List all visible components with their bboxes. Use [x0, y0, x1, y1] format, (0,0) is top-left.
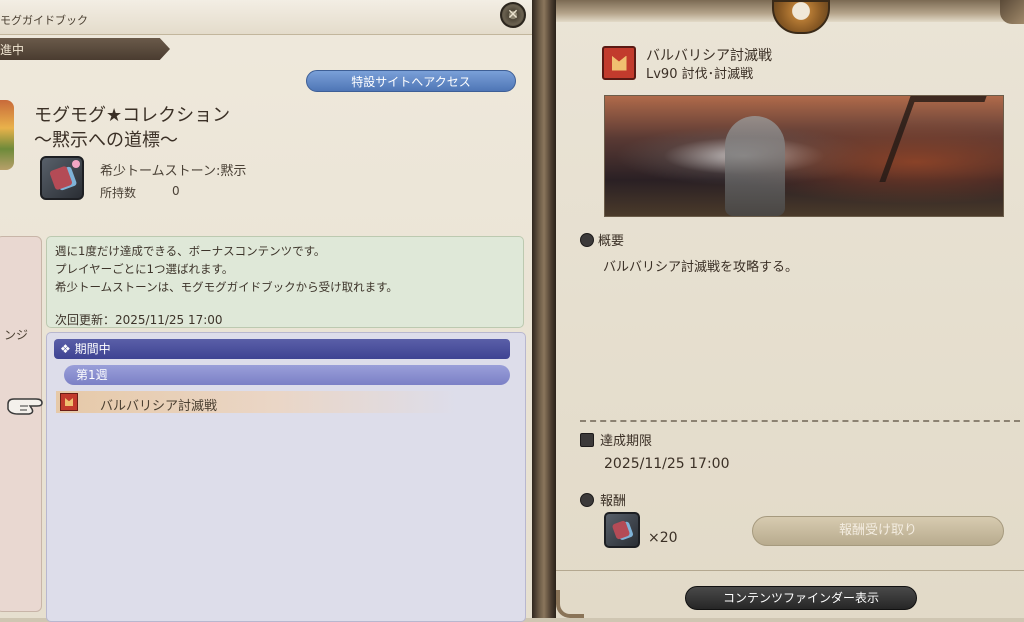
calendar-icon — [580, 433, 594, 447]
section-divider — [580, 420, 1020, 422]
info-box: 週に1度だけ達成できる、ボーナスコンテンツです。 プレイヤーごとに1つ選ばれます… — [46, 236, 524, 328]
duty-banner-image — [604, 95, 1004, 217]
tomestone-name: 希少トームストーン:黙示 — [100, 164, 247, 179]
trial-duty-icon — [602, 46, 636, 80]
status-tab[interactable]: 進中 — [0, 38, 170, 60]
side-category-tab[interactable] — [0, 236, 42, 612]
reward-section-icon — [580, 493, 594, 507]
deadline-value: 2025/11/25 17:00 — [604, 456, 730, 472]
collection-title: モグモグ★コレクション — [34, 105, 231, 126]
footer-divider — [556, 570, 1024, 571]
overview-text: バルバリシア討滅戦を攻略する。 — [603, 260, 799, 275]
window-title: モグガイドブック — [0, 14, 88, 27]
duty-name: バルバリシア討滅戦 — [646, 48, 772, 64]
status-tab-label: 進中 — [0, 43, 25, 57]
hand-pointer-icon — [7, 398, 43, 415]
side-tab-label: ンジ — [4, 328, 29, 342]
overview-label: 概要 — [598, 234, 625, 249]
window-divider — [532, 0, 556, 618]
book-icon — [580, 233, 594, 247]
reward-icon[interactable] — [604, 512, 640, 548]
deadline-label: 達成期限 — [600, 434, 653, 449]
frame-corner-ornament — [1000, 0, 1024, 24]
moogle-mascot-image — [0, 100, 14, 170]
reward-count: ×20 — [648, 530, 678, 546]
receive-reward-button[interactable]: 報酬受け取り — [752, 516, 1004, 546]
duty-item-label[interactable]: バルバリシア討滅戦 — [100, 395, 217, 414]
info-line: 週に1度だけ達成できる、ボーナスコンテンツです。 — [55, 244, 326, 258]
frame-corner-ornament — [556, 590, 584, 618]
duty-level: Lv90 討伐･討滅戦 — [646, 67, 754, 82]
special-site-button[interactable]: 特設サイトへアクセス — [306, 70, 516, 92]
period-header[interactable]: ❖ 期間中 — [54, 339, 510, 359]
next-update-text: 次回更新：2025/11/25 17:00 — [55, 313, 223, 327]
duty-finder-button[interactable]: コンテンツファインダー表示 — [685, 586, 917, 610]
close-icon[interactable]: ✕ — [500, 2, 526, 28]
info-line: 希少トームストーンは、モグモグガイドブックから受け取れます。 — [55, 280, 398, 294]
info-line: プレイヤーごとに1つ選ばれます。 — [55, 262, 234, 276]
week-header[interactable]: 第1週 — [64, 365, 510, 385]
trial-duty-icon — [60, 393, 78, 411]
collection-subtitle: ～黙示への道標～ — [34, 130, 178, 151]
owned-value: 0 — [172, 184, 180, 198]
owned-label: 所持数 — [100, 186, 137, 200]
tomestone-icon — [40, 156, 84, 200]
reward-label: 報酬 — [600, 494, 627, 509]
guidebook-titlebar[interactable]: モグガイドブック — [0, 0, 532, 35]
